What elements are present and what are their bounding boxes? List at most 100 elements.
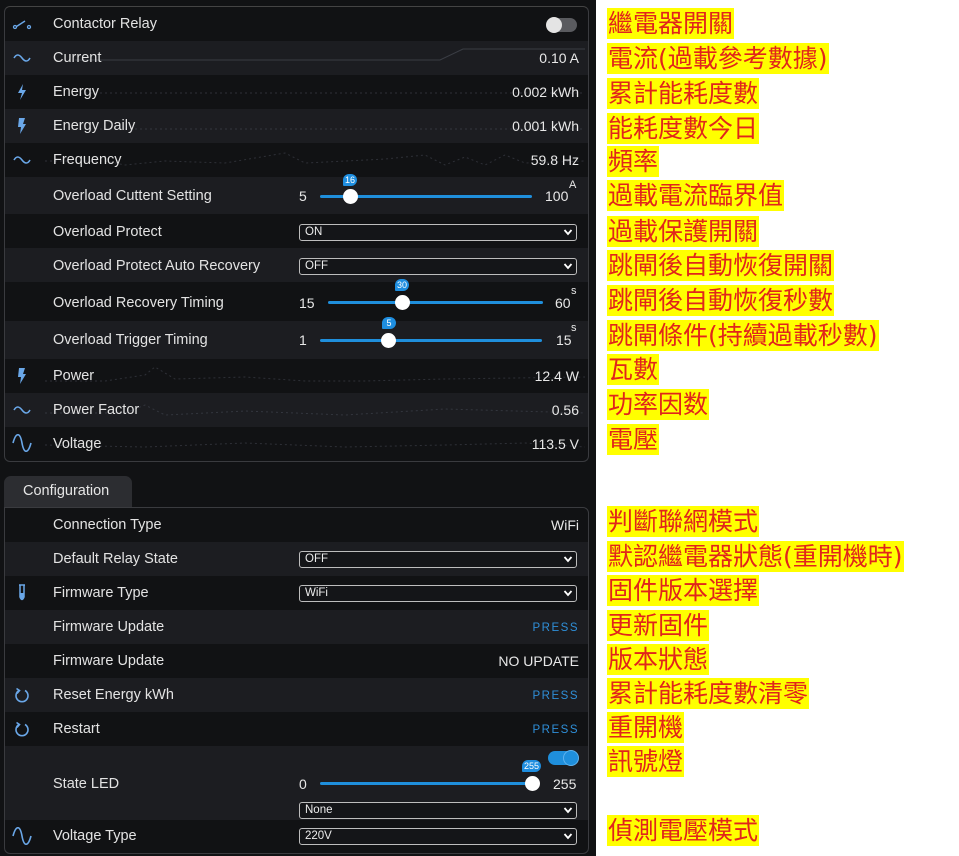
chevron-down-icon [563,263,573,270]
overload-recovery-max: 60 [555,295,571,311]
state-led-toggle[interactable] [548,750,579,766]
chevron-down-icon [563,229,573,236]
overload-trigger-max: 15 [556,332,572,348]
sine-wave-icon [11,400,33,420]
row-current: Current 0.10 A [5,41,588,75]
configuration-card: Connection Type WiFi Default Relay State… [4,507,589,854]
tab-configuration[interactable]: Configuration [4,476,132,507]
default-relay-state-label: Default Relay State [53,551,178,567]
power-label: Power [53,368,95,384]
frequency-history-sparkline [45,152,585,166]
reset-energy-press-button[interactable]: PRESS [533,690,580,702]
row-power-factor: Power Factor 0.56 [5,393,588,427]
annotation-overload-trigger-timing: 跳閘條件(持續過載秒數) [607,320,879,351]
lightning-icon [11,116,33,136]
voltage-history-sparkline [45,442,585,448]
annotation-overload-current-setting: 過載電流臨界值 [607,180,785,211]
row-firmware-update-action: Firmware Update PRESS [5,610,588,644]
firmware-type-select[interactable]: WiFi [299,585,577,602]
annotation-power-factor: 功率因数 [607,389,710,420]
overload-trigger-min: 1 [299,332,307,348]
state-led-value-bubble: 255 [522,760,542,772]
annotation-overload-recovery-timing: 跳閘後自動恢復秒數 [607,285,835,316]
annotation-power: 瓦數 [607,354,660,385]
state-led-slider-track[interactable] [320,782,532,785]
overload-recovery-slider-thumb[interactable] [395,295,410,310]
contactor-relay-label: Contactor Relay [53,16,157,32]
restart-label: Restart [53,721,100,737]
lightning-icon [11,82,33,102]
sine-wave-icon [11,433,33,453]
row-energy-daily: Energy Daily 0.001 kWh [5,109,588,143]
overload-current-slider-thumb[interactable] [343,189,358,204]
restart-icon [11,685,33,705]
row-voltage-type: Voltage Type 220V [5,820,588,853]
row-reset-energy: Reset Energy kWh PRESS [5,678,588,712]
overload-protect-selected: ON [305,226,323,238]
overload-trigger-timing-label: Overload Trigger Timing [53,332,208,348]
firmware-update-status-label: Firmware Update [53,653,165,669]
row-overload-current-setting: Overload Cuttent Setting 5 16 100 A [5,174,588,214]
chevron-down-icon [563,833,573,840]
row-default-relay-state: Default Relay State OFF [5,542,588,576]
state-led-effect-select[interactable]: None [299,802,577,819]
annotation-overload-protect: 過載保護開關 [607,216,760,247]
annotation-firmware-update-action: 更新固件 [607,610,710,641]
default-relay-state-selected: OFF [305,553,328,565]
overload-recovery-timing-label: Overload Recovery Timing [53,295,224,311]
overload-trigger-slider-thumb[interactable] [381,333,396,348]
row-overload-auto-recovery: Overload Protect Auto Recovery OFF [5,248,588,282]
row-voltage: Voltage 113.5 V [5,427,588,461]
test-tube-icon [11,583,33,603]
state-led-label: State LED [53,776,120,792]
status-card: Contactor Relay Current 0.10 A Energy 0.… [4,6,589,462]
toggle-knob [563,750,579,766]
firmware-update-press-button[interactable]: PRESS [533,622,580,634]
current-label: Current [53,50,102,66]
overload-protect-select[interactable]: ON [299,224,577,241]
state-led-effect-selected: None [305,804,333,816]
row-overload-recovery-timing: Overload Recovery Timing 15 30 60 s [5,279,588,321]
annotation-frequency: 頻率 [607,146,660,177]
restart-press-button[interactable]: PRESS [533,724,580,736]
overload-protect-label: Overload Protect [53,224,162,240]
annotation-contactor-relay: 繼電器開關 [607,8,735,39]
power-factor-label: Power Factor [53,402,140,418]
sine-wave-icon [11,48,33,68]
overload-recovery-unit: s [571,285,577,297]
default-relay-state-select[interactable]: OFF [299,551,577,568]
overload-current-unit: A [569,179,577,191]
chevron-down-icon [563,590,573,597]
overload-recovery-min: 15 [299,295,315,311]
energy-daily-value: 0.001 kWh [512,118,579,134]
annotation-state-led: 訊號燈 [607,746,685,777]
annotation-restart: 重開機 [607,712,685,743]
contactor-relay-toggle[interactable] [546,17,577,33]
energy-history-sparkline [75,92,585,94]
annotation-default-relay-state: 默認繼電器狀態(重開機時) [607,541,904,572]
switch-icon [11,15,33,35]
row-restart: Restart PRESS [5,712,588,746]
overload-trigger-slider-track[interactable] [320,339,542,342]
frequency-value: 59.8 Hz [530,152,579,168]
device-panel: Contactor Relay Current 0.10 A Energy 0.… [0,0,596,856]
overload-recovery-slider-track[interactable] [328,301,543,304]
energy-daily-label: Energy Daily [53,118,136,134]
overload-auto-recovery-selected: OFF [305,260,328,272]
voltage-type-select[interactable]: 220V [299,828,577,845]
state-led-slider-thumb[interactable] [525,776,540,791]
overload-trigger-value-bubble: 5 [382,317,396,329]
current-history-sparkline [75,48,585,61]
restart-icon [11,719,33,739]
overload-current-setting-label: Overload Cuttent Setting [53,188,212,204]
annotation-firmware-update-status: 版本狀態 [607,644,710,675]
annotation-connection-type: 判斷聯網模式 [607,506,760,537]
row-contactor-relay: Contactor Relay [5,7,588,41]
overload-current-max: 100 [545,188,569,204]
annotation-energy: 累計能耗度數 [607,78,760,109]
overload-current-value-bubble: 16 [343,174,358,186]
power-value: 12.4 W [534,368,579,384]
current-value: 0.10 A [539,50,579,66]
row-firmware-update-status: Firmware Update NO UPDATE [5,644,588,678]
overload-auto-recovery-select[interactable]: OFF [299,258,577,275]
